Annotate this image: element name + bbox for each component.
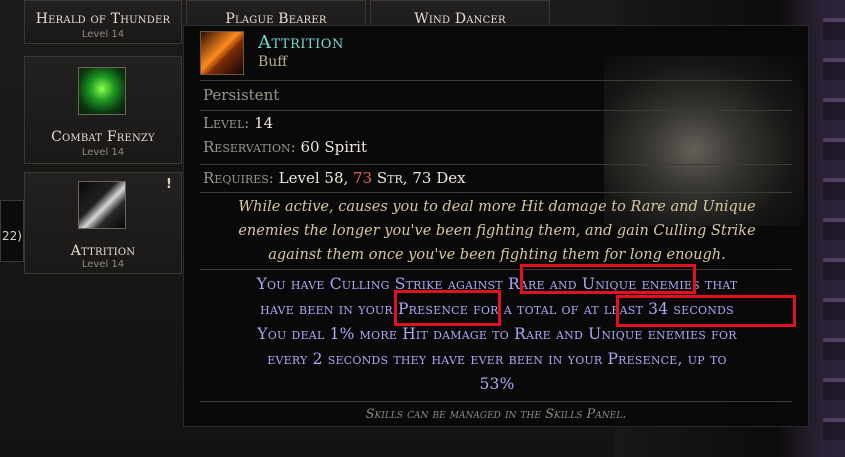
skill-card-herald-of-thunder[interactable]: Herald of Thunder Level 14 [24,0,182,44]
requires-dex: 73 Dex [412,169,466,187]
stat-level-value: 14 [254,114,274,132]
tooltip-footer: Skills can be managed in the Skills Pane… [365,407,627,422]
skill-name: Herald of Thunder [35,11,171,27]
requirements: Requires: Level 58, 73 Str, 73 Dex [203,169,466,187]
alert-icon: ! [166,177,172,192]
left-side-tab-label: 22) [2,229,22,243]
requires-label: Requires: [203,169,274,187]
tooltip-tag: Persistent [203,86,280,104]
description-line: enemies the longer you've been fighting … [238,223,756,239]
divider [200,269,792,270]
combat-frenzy-icon [78,67,126,115]
stat-reservation-label: Reservation: [203,138,296,156]
attrition-icon [78,181,126,229]
modifier-line: 53% [479,375,515,393]
panel-border-decoration [823,0,845,457]
divider [200,80,792,81]
stat-level: Level: 14 [203,114,273,132]
attrition-skill-icon [200,31,244,75]
requires-str-value: 73 [353,169,373,187]
tooltip-header: Attrition Buff [184,26,808,76]
skill-card-attrition[interactable]: Attrition Level 14 [24,172,182,274]
description-line: While active, causes you to deal more Hi… [238,199,756,215]
stat-reservation: Reservation: 60 Spirit [203,138,367,156]
divider [200,401,792,402]
requires-str-label: Str, [376,169,408,187]
skill-card-combat-frenzy[interactable]: Combat Frenzy Level 14 [24,56,182,164]
tooltip-title: Attrition [258,32,344,53]
skill-tooltip: Attrition Buff Persistent Level: 14 Rese… [183,25,809,427]
highlight-box-at-least-34-seconds [616,295,796,327]
stat-level-label: Level: [203,114,250,132]
skill-level: Level 14 [81,147,125,158]
skill-name: Attrition [70,243,136,259]
divider [200,110,792,111]
tooltip-type: Buff [258,54,288,70]
highlight-box-presence [394,290,501,326]
skill-name: Combat Frenzy [51,129,155,145]
skill-level: Level 14 [81,29,125,40]
stat-reservation-value: 60 Spirit [300,138,368,156]
divider [200,164,792,165]
left-side-tab[interactable]: 22) [0,200,24,262]
modifier-line: every 2 seconds they have ever been in y… [267,350,727,368]
highlight-box-rare-and-unique [520,264,696,294]
skill-level: Level 14 [81,259,125,270]
requires-level: Level 58, [278,169,349,187]
description: While active, causes you to deal more Hi… [214,195,780,267]
divider [200,192,792,193]
